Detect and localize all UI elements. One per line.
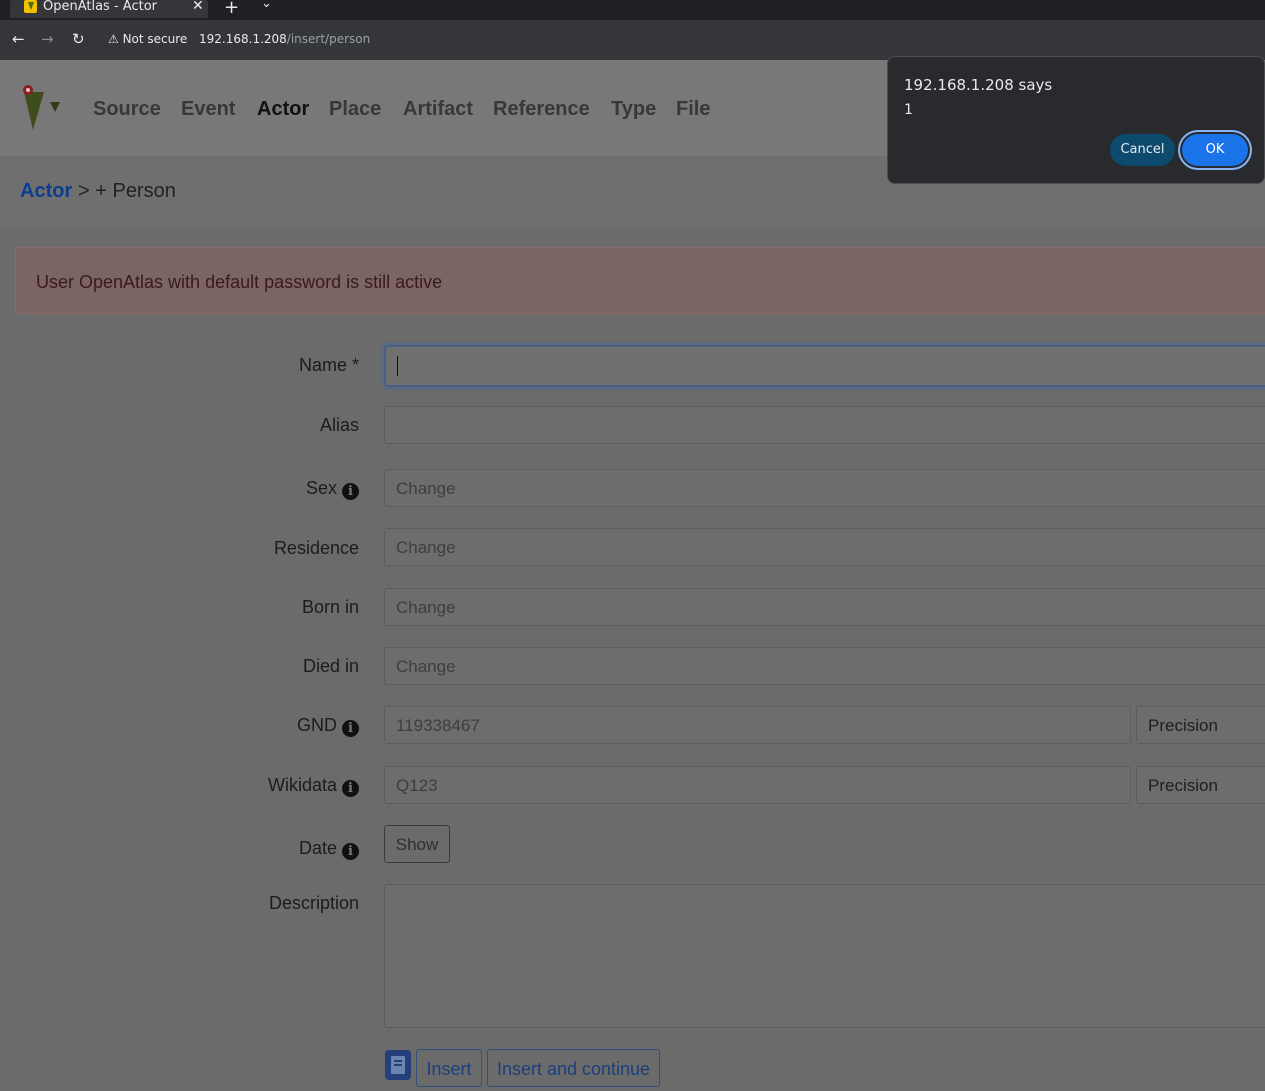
died-in-change-text: Change [396, 657, 456, 676]
back-arrow-icon[interactable]: ← [12, 30, 25, 48]
sex-selector[interactable]: Change [384, 469, 1265, 507]
wikidata-label-text: Wikidata [267, 775, 337, 795]
info-icon[interactable]: i [342, 843, 359, 860]
page-content: Source Event Actor Place Artifact Refere… [0, 60, 1265, 1091]
wikidata-placeholder: Q123 [396, 776, 438, 795]
insert-button[interactable]: Insert [416, 1049, 482, 1087]
residence-selector[interactable]: Change [384, 528, 1265, 566]
openatlas-logo-icon[interactable] [20, 84, 65, 134]
reload-icon[interactable]: ↻ [72, 30, 85, 48]
nav-place[interactable]: Place [329, 98, 381, 121]
wikidata-label: Wikidata i [268, 775, 359, 797]
name-input[interactable] [384, 345, 1265, 387]
alias-input[interactable] [384, 406, 1265, 444]
residence-label: Residence [273, 538, 359, 558]
text-caret [397, 356, 398, 376]
sex-label: Sex i [306, 478, 359, 500]
alias-label: Alias [319, 415, 359, 435]
dialog-cancel-button[interactable]: Cancel [1110, 134, 1175, 166]
gnd-precision-select[interactable]: Precision [1136, 706, 1265, 744]
residence-change-text: Change [396, 538, 456, 557]
url-path: /insert/person [286, 32, 371, 46]
nav-type[interactable]: Type [611, 98, 656, 121]
dialog-message: 1 [904, 102, 913, 118]
alert-dialog: 192.168.1.208 says 1 Cancel OK [887, 56, 1265, 184]
openatlas-favicon-icon [24, 0, 37, 13]
date-show-button[interactable]: Show [384, 825, 450, 863]
insert-continue-label: Insert and continue [496, 1059, 651, 1079]
browser-tab[interactable]: OpenAtlas - Actor ✕ [10, 0, 208, 18]
alert-text: User OpenAtlas with default password is … [36, 272, 443, 292]
date-label-text: Date [298, 838, 337, 858]
breadcrumb-actor-link[interactable]: Actor [20, 180, 72, 203]
address-field[interactable]: 192.168.1.208/insert/person [199, 32, 370, 46]
name-label: Name * [298, 355, 359, 375]
book-page-glyph [391, 1056, 405, 1074]
not-secure-badge[interactable]: ⚠ Not secure [108, 32, 187, 46]
died-in-label: Died in [302, 656, 359, 676]
url-host: 192.168.1.208 [199, 32, 287, 46]
wikidata-precision-text: Precision [1148, 776, 1218, 795]
breadcrumb-current: > + Person [78, 180, 176, 202]
gnd-label: GND i [297, 715, 359, 737]
new-tab-icon[interactable]: + [224, 0, 239, 18]
info-icon[interactable]: i [342, 483, 359, 500]
dialog-title: 192.168.1.208 says [904, 76, 1053, 94]
tab-title: OpenAtlas - Actor [43, 0, 157, 14]
gnd-placeholder: 119338467 [396, 716, 480, 735]
insert-and-continue-button[interactable]: Insert and continue [487, 1049, 660, 1087]
close-tab-icon[interactable]: ✕ [192, 0, 204, 15]
wikidata-input[interactable]: Q123 [384, 766, 1131, 804]
browser-toolbar: ← → ↻ ⚠ Not secure 192.168.1.208/insert/… [0, 20, 1265, 60]
description-label: Description [268, 893, 359, 913]
book-icon[interactable] [385, 1050, 411, 1080]
description-textarea[interactable] [384, 884, 1265, 1028]
forward-arrow-icon[interactable]: → [41, 30, 54, 48]
date-label: Date i [299, 838, 359, 860]
browser-tab-strip: OpenAtlas - Actor ✕ + ⌄ [0, 0, 1265, 20]
gnd-precision-text: Precision [1148, 716, 1218, 735]
nav-reference[interactable]: Reference [493, 98, 590, 121]
born-in-change-text: Change [396, 598, 456, 617]
gnd-input[interactable]: 119338467 [384, 706, 1131, 744]
dialog-ok-button[interactable]: OK [1182, 134, 1248, 166]
nav-file[interactable]: File [676, 98, 710, 121]
sex-label-text: Sex [305, 478, 337, 498]
warning-alert: User OpenAtlas with default password is … [15, 247, 1265, 314]
died-in-selector[interactable]: Change [384, 647, 1265, 685]
nav-source[interactable]: Source [93, 98, 161, 121]
nav-actor[interactable]: Actor [257, 98, 309, 121]
tab-search-chevron-icon[interactable]: ⌄ [261, 0, 272, 11]
nav-event[interactable]: Event [181, 98, 235, 121]
born-in-selector[interactable]: Change [384, 588, 1265, 626]
nav-artifact[interactable]: Artifact [403, 98, 473, 121]
sex-change-text: Change [396, 479, 456, 498]
insert-label: Insert [426, 1059, 472, 1079]
born-in-label: Born in [301, 597, 359, 617]
gnd-label-text: GND [297, 715, 337, 735]
info-icon[interactable]: i [342, 720, 359, 737]
show-label: Show [395, 835, 439, 854]
info-icon[interactable]: i [342, 780, 359, 797]
wikidata-precision-select[interactable]: Precision [1136, 766, 1265, 804]
